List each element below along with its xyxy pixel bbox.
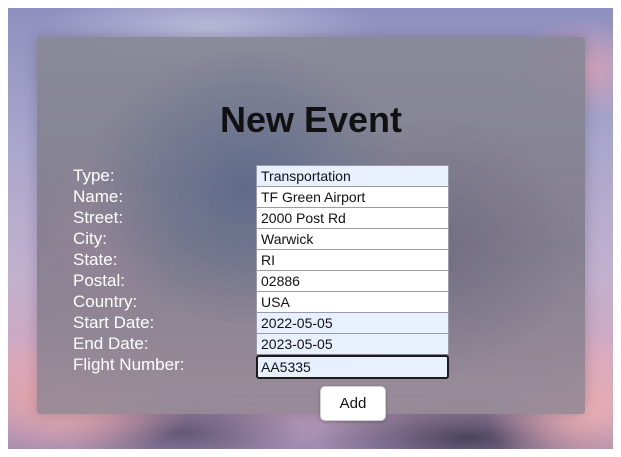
street-label: Street: (73, 208, 124, 227)
page-title: New Event (219, 99, 403, 140)
add-button[interactable]: Add (320, 386, 386, 421)
field-labels: Type: Name: Street: City: State: Postal:… (73, 165, 184, 375)
type-field[interactable] (256, 165, 449, 186)
city-field[interactable] (256, 228, 449, 249)
city-label: City: (73, 229, 107, 248)
type-label: Type: (73, 166, 115, 185)
street-field[interactable] (256, 207, 449, 228)
country-field[interactable] (256, 291, 449, 312)
country-label: Country: (73, 292, 138, 311)
start-date-field[interactable] (256, 312, 449, 333)
start-date-label: Start Date: (73, 313, 155, 332)
background-photo: New Event Type: Name: Street: City: Stat… (8, 8, 613, 449)
state-field[interactable] (256, 249, 449, 270)
new-event-panel: New Event Type: Name: Street: City: Stat… (37, 37, 585, 421)
field-inputs (256, 165, 449, 379)
end-date-label: End Date: (73, 334, 149, 353)
postal-label: Postal: (73, 271, 125, 290)
name-label: Name: (73, 187, 124, 206)
state-label: State: (73, 250, 118, 269)
flight-number-label: Flight Number: (73, 355, 185, 374)
postal-field[interactable] (256, 270, 449, 291)
end-date-field[interactable] (256, 333, 449, 354)
name-field[interactable] (256, 186, 449, 207)
flight-number-field[interactable] (256, 355, 449, 379)
